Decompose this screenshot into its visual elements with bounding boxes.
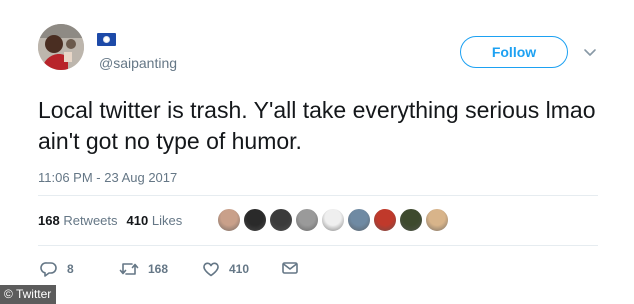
reply-action[interactable]: 8 [40, 261, 74, 277]
tweet-text: Local twitter is trash. Y'all take every… [38, 97, 596, 154]
retweets-count: 168 [38, 213, 60, 228]
liker-avatar-4[interactable] [295, 208, 319, 232]
liker-avatar-1[interactable] [217, 208, 241, 232]
liker-avatars [217, 208, 451, 234]
retweet-action[interactable]: 168 [119, 261, 168, 277]
likes-stat[interactable]: 410 Likes [127, 213, 183, 228]
like-action[interactable]: 410 [202, 261, 249, 277]
like-count: 410 [229, 262, 250, 276]
chevron-down-icon[interactable] [582, 44, 598, 60]
reply-count: 8 [67, 262, 74, 276]
flag-icon [97, 33, 116, 46]
follow-button[interactable]: Follow [460, 36, 568, 68]
retweets-stat[interactable]: 168 Retweets [38, 213, 118, 228]
likes-label: Likes [151, 213, 183, 228]
retweet-count: 168 [148, 262, 169, 276]
retweet-icon [119, 263, 139, 275]
message-action[interactable] [282, 261, 307, 275]
liker-avatar-9[interactable] [425, 208, 449, 232]
liker-avatar-3[interactable] [269, 208, 293, 232]
liker-avatar-5[interactable] [321, 208, 345, 232]
avatar-image [38, 24, 84, 70]
heart-icon [203, 262, 219, 277]
liker-avatar-8[interactable] [399, 208, 423, 232]
divider [38, 195, 598, 196]
engagement-stats: 168 Retweets 410 Likes [38, 213, 182, 228]
retweets-label: Retweets [63, 213, 118, 228]
user-avatar[interactable] [38, 24, 84, 70]
tweet-timestamp[interactable]: 11:06 PM - 23 Aug 2017 [38, 170, 177, 185]
reply-icon [40, 262, 57, 277]
likes-count: 410 [126, 213, 149, 228]
copyright-watermark: © Twitter [0, 285, 57, 304]
liker-avatar-6[interactable] [347, 208, 371, 232]
user-handle[interactable]: @saipanting [99, 55, 177, 71]
liker-avatar-2[interactable] [243, 208, 267, 232]
direct-message-icon [282, 262, 298, 274]
divider [38, 245, 598, 246]
liker-avatar-7[interactable] [373, 208, 397, 232]
